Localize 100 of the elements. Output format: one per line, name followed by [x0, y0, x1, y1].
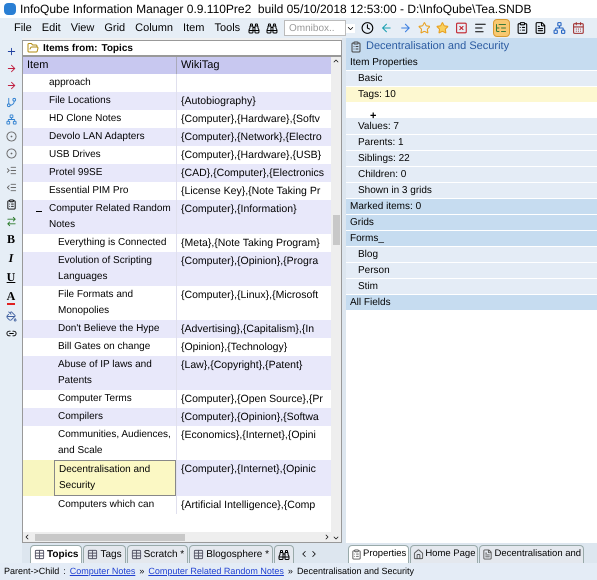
item-cell-text: USB Drives: [48, 148, 102, 162]
property-section[interactable]: Forms_: [346, 231, 597, 247]
grid-tab[interactable]: Tags: [83, 545, 126, 563]
menu-item[interactable]: Edit: [40, 20, 63, 36]
property-row[interactable]: Values: 7: [346, 119, 597, 135]
clipboard-icon[interactable]: [516, 21, 528, 35]
omnibox-field[interactable]: Omnibox..: [284, 20, 346, 36]
back-arrow-icon[interactable]: [380, 21, 393, 35]
grid-row[interactable]: Compilers {Computer},{Opinion},{Softwa: [23, 408, 331, 426]
grid-icon: [130, 549, 142, 560]
vertical-scrollbar[interactable]: [331, 57, 341, 542]
forward-arrow-icon[interactable]: [398, 21, 412, 35]
outdent-icon[interactable]: [6, 182, 16, 193]
menu-item[interactable]: Column: [133, 20, 176, 36]
indent-icon[interactable]: [6, 165, 16, 176]
grid-row[interactable]: Decentralisation and Security {Computer},{Internet},{Opinic: [23, 460, 331, 496]
format-button[interactable]: U: [6, 271, 16, 284]
outline-toggle-button[interactable]: [492, 19, 510, 37]
property-section[interactable]: Grids: [346, 215, 597, 231]
scroll-up-icon[interactable]: [332, 57, 340, 65]
item-cell-text: HD Clone Notes: [48, 112, 122, 126]
grid-row[interactable]: Computer Related Random Notes {Computer},{Information}: [23, 200, 331, 234]
grid-tab[interactable]: Blogosphere *: [189, 545, 274, 563]
binoculars-icon[interactable]: [266, 22, 278, 34]
scroll-thumb[interactable]: [35, 534, 185, 540]
clock-icon[interactable]: [360, 21, 374, 35]
format-button[interactable]: A: [6, 290, 16, 305]
property-row[interactable]: Siblings: 22: [346, 151, 597, 167]
wikitag-cell-text: {Artificial Intelligence},{Comp: [180, 498, 316, 513]
breadcrumb-link[interactable]: Computer Notes: [70, 564, 136, 578]
move-icon[interactable]: [6, 216, 16, 227]
node-icon[interactable]: [6, 131, 16, 142]
item-cell-text: Essential PIM Pro: [48, 184, 130, 198]
delete-icon[interactable]: [455, 21, 468, 35]
grid-row[interactable]: Devolo LAN Adapters {Computer},{Network},{Electro: [23, 128, 331, 146]
link-icon[interactable]: [6, 328, 16, 339]
property-row[interactable]: Children: 0: [346, 167, 597, 183]
hierarchy-icon[interactable]: [553, 21, 566, 35]
outline-icon[interactable]: [474, 21, 487, 35]
grid-row[interactable]: Don't Believe the Hype {Advertising},{Capitalism},{In: [23, 320, 331, 338]
property-row[interactable]: Shown in 3 grids: [346, 183, 597, 199]
item-cell: Decentralisation and Security: [54, 460, 176, 496]
grid-row[interactable]: Abuse of IP laws and Patents {Law},{Copyright},{Patent}: [23, 356, 331, 390]
property-row[interactable]: Person: [346, 263, 597, 279]
search-tab[interactable]: [274, 545, 294, 563]
wikitag-cell-text: {Computer},{Hardware},{Softv: [180, 112, 321, 127]
star-icon[interactable]: [418, 21, 430, 35]
property-row[interactable]: Basic: [346, 71, 597, 87]
grid-tab[interactable]: Topics: [30, 545, 82, 563]
scroll-left-icon[interactable]: [23, 533, 31, 541]
document-icon: [482, 549, 494, 560]
star-icon[interactable]: [436, 21, 450, 35]
arrow-icon[interactable]: [6, 63, 16, 74]
format-button[interactable]: B: [6, 233, 15, 246]
horizontal-scrollbar[interactable]: [23, 532, 331, 542]
menu-item[interactable]: Item: [181, 20, 206, 36]
property-row[interactable]: Tags: 10: [346, 87, 597, 103]
document-icon[interactable]: [534, 21, 548, 35]
panel-tab[interactable]: Properties: [348, 545, 410, 563]
menu-item[interactable]: File: [12, 20, 34, 36]
binoculars-icon[interactable]: [248, 22, 260, 34]
item-title: Decentralisation and Security: [366, 39, 510, 54]
grid-tab[interactable]: Scratch *: [126, 545, 188, 563]
item-cell-text: Compilers: [57, 410, 104, 424]
menu-item[interactable]: Grid: [102, 20, 128, 36]
grid-row[interactable]: Protel 99SE {CAD},{Computer},{Electronics: [23, 164, 331, 182]
item-cell-text: Abuse of IP laws and Patents: [57, 358, 153, 388]
property-section[interactable]: All Fields: [346, 295, 597, 311]
wikitag-cell-text: {Computer},{Information}: [180, 202, 298, 217]
property-section[interactable]: Item Properties: [346, 55, 597, 71]
grid-icon: [34, 549, 45, 560]
status-separator: :: [63, 564, 66, 578]
calendar-icon[interactable]: [572, 21, 585, 35]
grid-row[interactable]: File Locations {Autobiography}: [23, 92, 331, 110]
clipboard-icon[interactable]: [6, 199, 16, 210]
app-logo-icon: [4, 3, 16, 15]
panel-tab[interactable]: Decentralisation and: [479, 545, 584, 563]
format-button[interactable]: I: [8, 252, 14, 265]
scroll-thumb[interactable]: [332, 215, 340, 245]
scroll-down-icon[interactable]: [332, 534, 340, 542]
source-label: Items from:: [43, 42, 98, 56]
grid-row[interactable]: Evolution of Scripting Languages {Computer},{Opinion},{Progra: [23, 252, 331, 286]
column-header[interactable]: WikiTag: [177, 57, 331, 74]
menu-item[interactable]: Tools: [212, 20, 242, 36]
scroll-right-icon[interactable]: [323, 533, 331, 541]
property-section[interactable]: Marked items: 0: [346, 199, 597, 215]
property-row[interactable]: Blog: [346, 247, 597, 263]
branch-icon[interactable]: [6, 97, 16, 108]
property-row[interactable]: Parents: 1: [346, 135, 597, 151]
arrow-icon[interactable]: [6, 80, 16, 91]
binoculars-icon: [278, 548, 290, 560]
paint-bucket-icon[interactable]: [6, 311, 16, 322]
node-icon[interactable]: [6, 148, 16, 159]
hierarchy-icon[interactable]: [6, 114, 16, 125]
breadcrumb-link[interactable]: Computer Related Random Notes: [148, 564, 284, 578]
wikitag-cell-text: {Autobiography}: [180, 94, 257, 109]
add-item-icon[interactable]: [6, 46, 16, 57]
property-row[interactable]: Stim: [346, 279, 597, 295]
menu-item[interactable]: View: [68, 20, 96, 36]
panel-tab[interactable]: Home Page: [410, 545, 478, 563]
